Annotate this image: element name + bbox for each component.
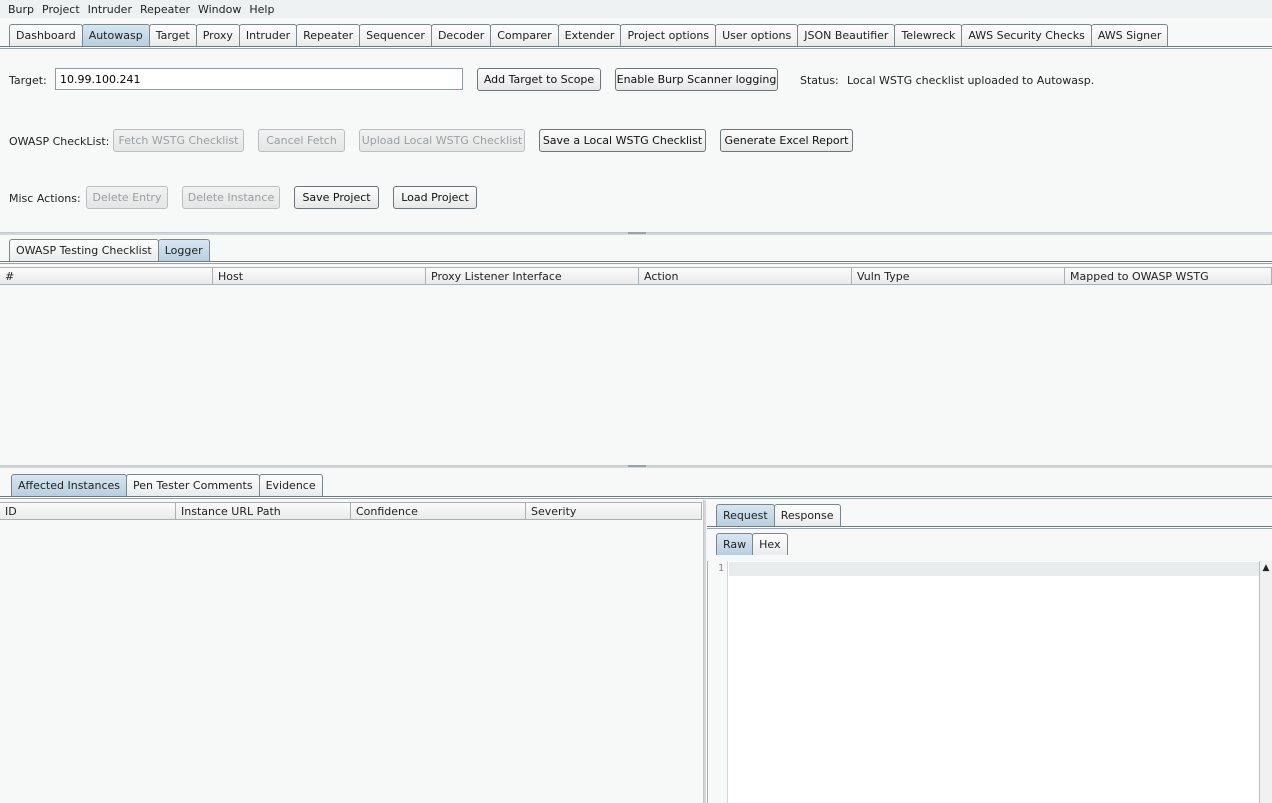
lowertab-evidence[interactable]: Evidence (258, 474, 323, 496)
subtab-owasp-testing-checklist[interactable]: OWASP Testing Checklist (9, 239, 159, 261)
target-input[interactable] (55, 68, 463, 90)
viewtab-raw[interactable]: Raw (716, 533, 754, 555)
tab-user-options[interactable]: User options (715, 24, 799, 46)
status-text: Local WSTG checklist uploaded to Autowas… (847, 74, 1095, 87)
split-grip-icon (628, 232, 646, 234)
burp-suite-window: Burp Project Intruder Repeater Window He… (0, 0, 1272, 803)
tab-autowasp[interactable]: Autowasp (81, 24, 150, 46)
tab-proxy[interactable]: Proxy (195, 24, 240, 46)
tab-target[interactable]: Target (148, 24, 197, 46)
line-number-gutter: 1 (708, 561, 728, 803)
generate-excel-report-button[interactable]: Generate Excel Report (720, 129, 853, 152)
upload-local-wstg-checklist-button[interactable]: Upload Local WSTG Checklist (359, 129, 525, 152)
menu-window[interactable]: Window (194, 3, 245, 16)
request-response-tab-underline (707, 526, 1272, 529)
tab-aws-security-checks[interactable]: AWS Security Checks (961, 24, 1092, 46)
load-project-button[interactable]: Load Project (393, 186, 477, 209)
delete-instance-button[interactable]: Delete Instance (182, 186, 280, 209)
sub-tab-underline (0, 261, 1272, 264)
menu-bar: Burp Project Intruder Repeater Window He… (0, 0, 1272, 18)
column-header-host[interactable]: Host (213, 268, 426, 284)
target-label: Target: (9, 74, 47, 87)
owasp-checklist-label: OWASP CheckList: (9, 135, 110, 148)
menu-repeater[interactable]: Repeater (136, 3, 194, 16)
editor-vertical-scrollbar[interactable]: ▲ (1259, 561, 1272, 803)
column-header-id[interactable]: ID (0, 503, 176, 519)
instances-table-header: ID Instance URL Path Confidence Severity (0, 502, 702, 520)
column-header-confidence[interactable]: Confidence (351, 503, 526, 519)
fetch-wstg-checklist-button[interactable]: Fetch WSTG Checklist (113, 129, 244, 152)
instances-table-body[interactable] (0, 521, 702, 803)
save-project-button[interactable]: Save Project (294, 186, 379, 209)
request-response-tab-strip: Request Response (716, 504, 841, 526)
tab-json-beautifier[interactable]: JSON Beautifier (797, 24, 896, 46)
column-header-number[interactable]: # (0, 268, 213, 284)
column-header-instance-url-path[interactable]: Instance URL Path (176, 503, 351, 519)
column-header-action[interactable]: Action (639, 268, 852, 284)
tab-aws-signer[interactable]: AWS Signer (1090, 24, 1169, 46)
status-label: Status: (800, 74, 839, 87)
line-number: 1 (717, 563, 724, 574)
tab-repeater[interactable]: Repeater (296, 24, 361, 46)
lowertab-affected-instances[interactable]: Affected Instances (11, 474, 127, 496)
menu-intruder[interactable]: Intruder (84, 3, 136, 16)
tab-telewreck[interactable]: Telewreck (894, 24, 963, 46)
menu-project[interactable]: Project (38, 3, 84, 16)
request-editor[interactable]: 1 ▲ (707, 561, 1272, 803)
lower-tab-strip: Affected Instances Pen Tester Comments Evi… (11, 474, 323, 496)
raw-hex-tab-strip: Raw Hex (716, 533, 788, 555)
vertical-split-divider[interactable] (703, 500, 706, 803)
tab-request[interactable]: Request (716, 504, 775, 526)
lowertab-pen-tester-comments[interactable]: Pen Tester Comments (126, 474, 260, 496)
tab-decoder[interactable]: Decoder (430, 24, 492, 46)
sub-tab-strip: OWASP Testing Checklist Logger (9, 239, 210, 261)
main-tab-strip: Dashboard Autowasp Target Proxy Intruder Repe… (9, 24, 1169, 46)
menu-burp[interactable]: Burp (4, 3, 38, 16)
subtab-logger[interactable]: Logger (157, 239, 210, 261)
menu-help[interactable]: Help (245, 3, 278, 16)
save-local-wstg-checklist-button[interactable]: Save a Local WSTG Checklist (539, 129, 706, 152)
tab-sequencer[interactable]: Sequencer (359, 24, 432, 46)
cancel-fetch-button[interactable]: Cancel Fetch (258, 129, 345, 152)
scroll-up-arrow-icon[interactable]: ▲ (1260, 561, 1272, 575)
tab-intruder[interactable]: Intruder (238, 24, 298, 46)
column-header-vuln-type[interactable]: Vuln Type (852, 268, 1065, 284)
add-target-to-scope-button[interactable]: Add Target to Scope (477, 68, 601, 91)
tab-extender[interactable]: Extender (557, 24, 622, 46)
column-header-severity[interactable]: Severity (526, 503, 702, 519)
logger-table-header: # Host Proxy Listener Interface Action Vuln … (0, 267, 1272, 285)
logger-table-body[interactable] (0, 286, 1272, 464)
lower-tab-underline (0, 496, 1272, 499)
enable-burp-scanner-logging-button[interactable]: Enable Burp Scanner logging (615, 68, 778, 91)
current-line-highlight (729, 562, 1259, 576)
split-grip-icon (628, 465, 646, 467)
tab-response[interactable]: Response (773, 504, 841, 526)
column-header-mapped-to-owasp-wstg[interactable]: Mapped to OWASP WSTG (1065, 268, 1272, 284)
column-header-proxy-listener-interface[interactable]: Proxy Listener Interface (426, 268, 639, 284)
misc-actions-label: Misc Actions: (9, 192, 81, 205)
tab-project-options[interactable]: Project options (620, 24, 717, 46)
tab-comparer[interactable]: Comparer (490, 24, 559, 46)
viewtab-hex[interactable]: Hex (752, 533, 788, 555)
main-tab-underline (0, 46, 1272, 49)
delete-entry-button[interactable]: Delete Entry (86, 186, 168, 209)
tab-dashboard[interactable]: Dashboard (9, 24, 83, 46)
